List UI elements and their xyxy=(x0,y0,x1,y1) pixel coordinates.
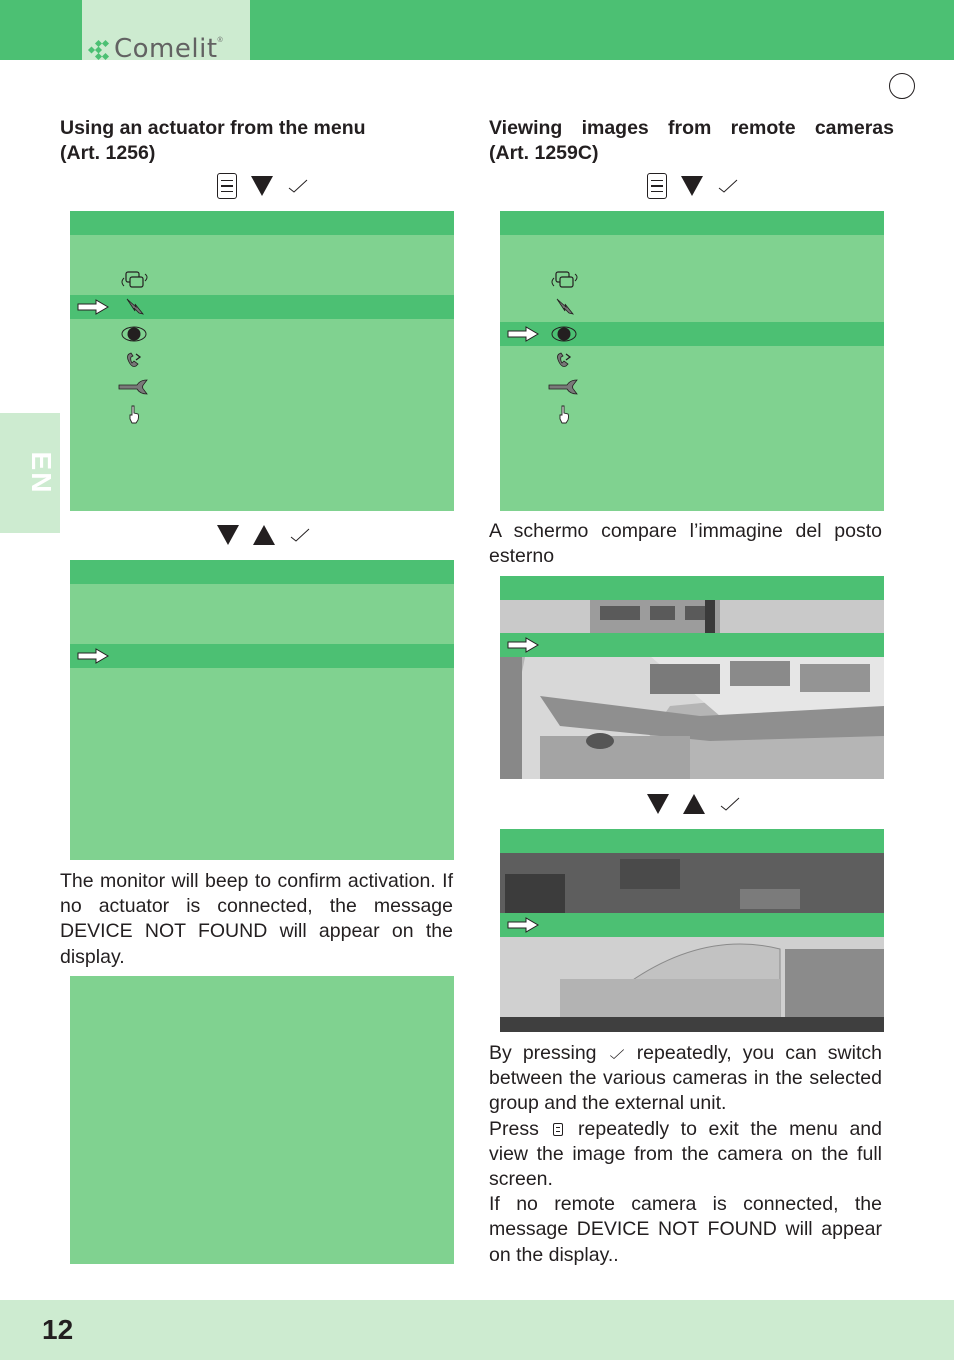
right-menu-screen xyxy=(500,211,884,511)
menu-key-icon xyxy=(217,173,237,199)
right-caption: A schermo compare l’immagine del posto e… xyxy=(489,520,882,568)
left-paragraph: The monitor will beep to confirm activat… xyxy=(60,870,453,968)
left-menu-screen xyxy=(70,211,454,511)
heading-line-1: Using an actuator from the menu xyxy=(60,117,366,139)
menu-row[interactable] xyxy=(500,295,884,319)
selection-arrow-icon xyxy=(507,917,539,933)
comelit-logo: Comelit ® xyxy=(84,34,223,64)
screen-title-bar xyxy=(500,211,884,235)
eye-icon xyxy=(117,324,151,344)
left-section-heading: Using an actuator from the menu (Art. 12… xyxy=(60,116,452,166)
footer-bar xyxy=(0,1300,954,1360)
language-label: EN xyxy=(26,451,57,495)
ok-key-icon xyxy=(287,178,309,194)
actuator-lightning-icon xyxy=(547,297,581,317)
page-number: 12 xyxy=(42,1314,74,1345)
ok-key-icon xyxy=(608,1048,626,1060)
menu-row-selected[interactable] xyxy=(500,322,884,346)
menu-key-icon xyxy=(647,173,667,199)
selection-arrow-icon xyxy=(507,637,539,653)
up-key-icon xyxy=(253,525,275,545)
left-step1-keys xyxy=(217,171,309,201)
menu-row-selected[interactable] xyxy=(70,295,454,319)
eye-icon xyxy=(547,324,581,344)
brand-name: Comelit xyxy=(114,34,218,64)
heading-line-2: (Art. 1259C) xyxy=(489,142,599,164)
down-key-icon xyxy=(251,176,273,196)
ok-key-icon xyxy=(717,178,739,194)
menu-row[interactable] xyxy=(70,268,454,292)
menu-row[interactable] xyxy=(500,402,884,426)
menu-row[interactable] xyxy=(500,268,884,292)
heading-line-1: Viewing images from remote cameras xyxy=(489,117,894,139)
up-key-icon xyxy=(683,794,705,814)
selection-arrow-icon xyxy=(507,326,539,342)
paragraph-device-not-found: If no remote camera is connected, the me… xyxy=(489,1193,882,1266)
comelit-diamond-icon xyxy=(87,39,110,61)
swap-screens-icon xyxy=(117,270,151,290)
ok-key-icon xyxy=(719,796,741,812)
page-marker-circle xyxy=(889,73,915,99)
menu-row[interactable] xyxy=(70,375,454,399)
paragraph-switch-cameras: By pressing repeatedly, you can switch b… xyxy=(489,1042,882,1115)
wrench-icon xyxy=(117,377,151,397)
down-key-icon xyxy=(217,525,239,545)
menu-row[interactable] xyxy=(70,402,454,426)
screen-title-bar xyxy=(500,829,884,853)
right-section-heading: Viewing images from remote cameras (Art.… xyxy=(489,116,894,166)
heading-line-2: (Art. 1256) xyxy=(60,142,156,164)
actuator-row-selected[interactable] xyxy=(70,644,454,668)
camera-image-parking xyxy=(500,576,884,779)
right-paragraphs: By pressing repeatedly, you can switch b… xyxy=(489,1041,882,1268)
screen-title-bar xyxy=(70,560,454,584)
intercom-call-icon xyxy=(547,350,581,370)
screen-title-bar xyxy=(500,576,884,600)
actuator-screen xyxy=(70,560,454,860)
right-step2-keys xyxy=(647,789,741,819)
actuator-lightning-icon xyxy=(117,297,151,317)
camera-row-selected[interactable] xyxy=(500,913,884,937)
down-key-icon xyxy=(681,176,703,196)
swap-screens-icon xyxy=(547,270,581,290)
menu-row[interactable] xyxy=(70,348,454,372)
menu-row[interactable] xyxy=(500,348,884,372)
hand-pointer-icon xyxy=(547,404,581,424)
device-not-found-screen xyxy=(70,976,454,1264)
screen-title-bar xyxy=(70,211,454,235)
camera-view-1 xyxy=(500,576,884,779)
language-tab: EN xyxy=(0,413,60,533)
selection-arrow-icon xyxy=(77,299,109,315)
registered-mark: ® xyxy=(217,37,223,44)
selection-arrow-icon xyxy=(77,648,109,664)
hand-pointer-icon xyxy=(117,404,151,424)
menu-row[interactable] xyxy=(70,322,454,346)
camera-view-2 xyxy=(500,829,884,1032)
intercom-call-icon xyxy=(117,350,151,370)
right-step1-keys xyxy=(647,171,739,201)
down-key-icon xyxy=(647,794,669,814)
ok-key-icon xyxy=(289,527,311,543)
camera-row-selected[interactable] xyxy=(500,633,884,657)
menu-key-icon xyxy=(553,1122,564,1136)
paragraph-exit-menu: Press repeatedly to exit the menu and vi… xyxy=(489,1117,882,1191)
left-step2-keys xyxy=(217,520,311,550)
wrench-icon xyxy=(547,377,581,397)
menu-row[interactable] xyxy=(500,375,884,399)
